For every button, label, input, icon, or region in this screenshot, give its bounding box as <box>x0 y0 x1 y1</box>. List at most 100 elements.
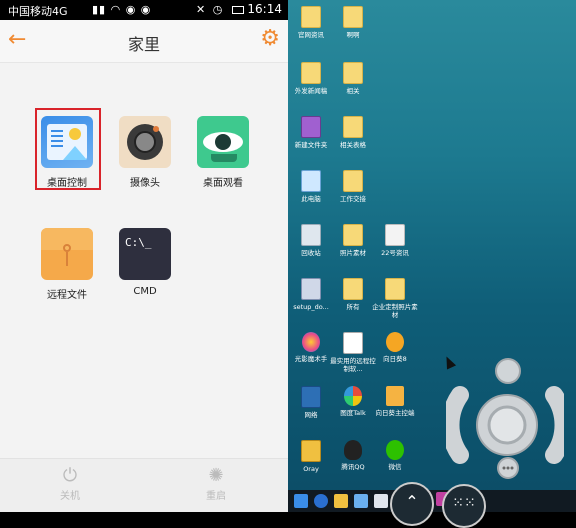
desktop-icon-label: 图度Talk <box>340 409 366 417</box>
more-dots-icon <box>510 466 514 470</box>
chevron-up-icon[interactable]: ⌃ <box>390 482 434 526</box>
desktop-icon[interactable]: 工作交接 <box>330 170 376 203</box>
desktop-icon-label: 外发新闻稿 <box>294 87 328 95</box>
desktop-icon[interactable]: 网络 <box>288 386 334 419</box>
joystick-left-arc[interactable] <box>446 386 469 464</box>
document-icon <box>385 224 405 246</box>
desktop-icon-label: 官网资讯 <box>298 31 324 39</box>
folder-icon <box>343 116 363 138</box>
desktop-icon-label: 新建文件夹 <box>294 141 328 149</box>
signal-wifi-icon: ▮▮ ◠ ◉ ◉ <box>92 3 152 16</box>
phone-app: 中国移动4G ▮▮ ◠ ◉ ◉ ✕ ◷ 16:14 ← 家里 ⚙ 桌面控制 摄像… <box>0 0 288 512</box>
folder-icon <box>385 278 405 300</box>
desktop-icon[interactable]: 企业定制照片素材 <box>372 278 418 319</box>
time: 16:14 <box>247 2 282 16</box>
qq-penguin-icon <box>344 440 362 460</box>
more-dots-icon <box>506 466 510 470</box>
desktop-icon[interactable]: 向日葵8 <box>372 332 418 363</box>
network-icon <box>301 386 321 408</box>
desktop-icon[interactable]: 图度Talk <box>330 386 376 417</box>
desktop-icon-label: setup_do... <box>293 303 329 311</box>
file-envelope-icon <box>41 228 93 280</box>
folder-icon <box>301 6 321 28</box>
file-explorer-icon[interactable] <box>334 494 348 508</box>
joystick-thumb[interactable] <box>487 405 527 445</box>
start-windows-icon[interactable] <box>294 494 308 508</box>
desktop-icon[interactable]: 照片素材 <box>330 224 376 257</box>
desktop-icon-label: 腾讯QQ <box>341 463 365 471</box>
desktop-icon[interactable]: 微信 <box>372 440 418 471</box>
camera-icon <box>119 116 171 168</box>
battery-icon <box>231 5 244 14</box>
desktop-icon[interactable]: 最实用的远程控制软... <box>330 332 376 373</box>
tile-remote-file[interactable]: 远程文件 <box>27 228 107 301</box>
desktop-icon[interactable]: 相关 <box>330 62 376 95</box>
restart-spinner-icon: ✺ <box>208 465 224 486</box>
desktop-icon[interactable]: 22号资讯 <box>372 224 418 257</box>
desktop-icon[interactable]: 回收站 <box>288 224 334 257</box>
keyboard-grid-icon[interactable]: ⁙⁙ <box>442 484 486 528</box>
desktop-icon[interactable]: 啊啊 <box>330 6 376 39</box>
restart-label: 重启 <box>206 491 226 502</box>
desktop-icon-label: 所有 <box>346 303 360 311</box>
taskbar-app-icon[interactable] <box>374 494 388 508</box>
tile-label: CMD <box>133 286 157 297</box>
desktop-icon-label: 相关表格 <box>340 141 366 149</box>
desktop-icon-label: 光影魔术手 <box>294 355 328 363</box>
shutdown-button[interactable]: ⏻ 关机 <box>30 465 110 502</box>
tile-label: 摄像头 <box>130 178 160 189</box>
desktop-icon[interactable]: 新建文件夹 <box>288 116 334 149</box>
tile-desktop-view[interactable]: 桌面观看 <box>183 116 263 189</box>
folder-icon <box>343 278 363 300</box>
desktop-icon[interactable]: 腾讯QQ <box>330 440 376 471</box>
folder-icon <box>343 62 363 84</box>
desktop-icon-label: 22号资讯 <box>381 249 409 257</box>
tile-cmd[interactable]: C:\_ CMD <box>105 228 185 297</box>
desktop-icon-label: 向日葵8 <box>383 355 407 363</box>
page-title: 家里 <box>127 35 160 54</box>
virtual-joystick[interactable] <box>446 355 564 480</box>
settings-gear-icon[interactable]: ⚙ <box>260 25 280 53</box>
desktop-icon[interactable]: 此电脑 <box>288 170 334 203</box>
desktop-icon[interactable]: 光影魔术手 <box>288 332 334 363</box>
tile-label: 桌面观看 <box>203 178 243 189</box>
selection-highlight <box>35 108 101 190</box>
installer-icon <box>301 278 321 300</box>
joystick-right-arc[interactable] <box>545 386 564 464</box>
this-pc-icon <box>301 170 321 192</box>
wechat-icon <box>386 440 404 460</box>
folder-icon <box>301 62 321 84</box>
desktop-icon-label: 工作交接 <box>340 195 366 203</box>
joystick-up-button[interactable] <box>495 358 521 384</box>
desktop-icon-label: 网络 <box>304 411 318 419</box>
folder-icon <box>343 224 363 246</box>
recycle-bin-icon <box>301 224 321 246</box>
shutdown-label: 关机 <box>60 491 80 502</box>
desktop-icon[interactable]: Oray <box>288 440 334 473</box>
windows-taskbar: ⌃ ⁙⁙ <box>288 482 576 528</box>
sunflower-control-icon <box>386 386 404 406</box>
eye-icon <box>197 116 249 168</box>
desktop-icon[interactable]: 所有 <box>330 278 376 311</box>
talk-app-icon <box>344 386 362 406</box>
desktop-icon[interactable]: setup_do... <box>288 278 334 311</box>
tile-camera[interactable]: 摄像头 <box>105 116 185 189</box>
desktop-icon-label: 照片素材 <box>340 249 366 257</box>
desktop-icon[interactable]: 向日葵主控端 <box>372 386 418 417</box>
edge-browser-icon[interactable] <box>314 494 328 508</box>
desktop-icon[interactable]: 外发新闻稿 <box>288 62 334 95</box>
folder-icon <box>343 6 363 28</box>
desktop-icon-label: 相关 <box>346 87 360 95</box>
desktop-icon-label: 此电脑 <box>301 195 321 203</box>
desktop-icon-label: 向日葵主控端 <box>375 409 415 417</box>
desktop-icon[interactable]: 官网资讯 <box>288 6 334 39</box>
desktop-icon-label: 微信 <box>388 463 402 471</box>
oray-icon <box>301 440 321 462</box>
status-bar: 中国移动4G ▮▮ ◠ ◉ ◉ ✕ ◷ 16:14 <box>0 0 288 20</box>
sunflower-icon <box>386 332 404 352</box>
mute-alarm-icon: ✕ ◷ <box>196 3 225 16</box>
search-icon[interactable] <box>354 494 368 508</box>
desktop-icon-label: Oray <box>303 465 319 473</box>
restart-button[interactable]: ✺ 重启 <box>176 465 256 502</box>
desktop-icon[interactable]: 相关表格 <box>330 116 376 149</box>
